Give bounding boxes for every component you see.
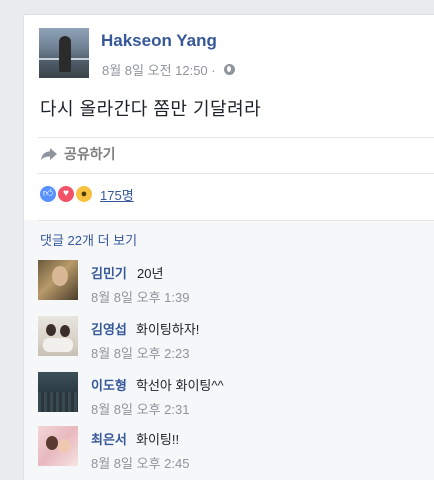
commenter-name[interactable]: 최은서	[91, 429, 127, 448]
comment-text: 화이팅하자!	[136, 322, 200, 337]
divider	[38, 173, 434, 174]
comment-timestamp[interactable]: 8월 8일 오후 2:23	[91, 343, 189, 362]
globe-icon[interactable]	[223, 64, 235, 75]
comment-timestamp[interactable]: 8월 8일 오후 1:39	[91, 287, 189, 306]
view-more-comments-link[interactable]: 댓글 22개 더 보기	[40, 230, 137, 249]
commenter-name[interactable]: 김영섭	[91, 319, 127, 338]
comment-timestamp[interactable]: 8월 8일 오후 2:45	[91, 453, 189, 472]
commenter-avatar[interactable]	[38, 372, 78, 412]
comment-text: 화이팅!!	[136, 432, 180, 447]
reaction-count[interactable]: 175명	[100, 185, 134, 204]
avatar-texture	[38, 392, 78, 412]
share-arrow-icon	[41, 148, 57, 161]
avatar-clothes	[43, 338, 73, 352]
avatar-person	[46, 436, 58, 450]
commenter-name[interactable]: 김민기	[91, 263, 127, 282]
comment-text: 20년	[137, 266, 164, 281]
commenter-avatar[interactable]	[38, 316, 78, 356]
post-timestamp[interactable]: 8월 8일 오전 12:50 ·	[102, 60, 216, 79]
avatar-person	[60, 325, 70, 337]
avatar-face	[52, 266, 68, 286]
share-label: 공유하기	[64, 146, 116, 162]
comment-item: 김영섭 화이팅하자! 8월 8일 오후 2:23	[38, 316, 418, 366]
divider	[38, 220, 434, 221]
post-text: 다시 올라간다 쫌만 기달려라	[40, 99, 262, 119]
comment-item: 최은서 화이팅!! 8월 8일 오후 2:45	[38, 426, 418, 476]
commenter-avatar[interactable]	[38, 260, 78, 300]
comment-timestamp[interactable]: 8월 8일 오후 2:31	[91, 399, 189, 418]
comment-item: 이도형 학선아 화이팅^^ 8월 8일 오후 2:31	[38, 372, 418, 422]
wow-reaction-icon: ●	[74, 184, 94, 204]
share-button[interactable]: 공유하기	[40, 144, 116, 164]
divider	[38, 137, 434, 138]
post-meta: 8월 8일 오전 12:50 ·	[102, 60, 235, 79]
commenter-name[interactable]: 이도형	[91, 375, 127, 394]
avatar-person	[58, 439, 70, 453]
author-avatar[interactable]	[39, 28, 89, 78]
love-reaction-icon: ♥	[56, 184, 76, 204]
commenter-avatar[interactable]	[38, 426, 78, 466]
avatar-person	[46, 324, 56, 336]
like-reaction-icon: 👍︎	[38, 184, 58, 204]
comment-item: 김민기 20년 8월 8일 오후 1:39	[38, 260, 418, 310]
avatar-person	[59, 36, 71, 72]
comment-text: 학선아 화이팅^^	[136, 378, 224, 393]
reactions-bar[interactable]: 👍︎ ♥ ● 175명	[38, 184, 134, 204]
post-card: Hakseon Yang 8월 8일 오전 12:50 · 다시 올라간다 쫌만…	[23, 14, 434, 480]
post-author-name[interactable]: Hakseon Yang	[101, 31, 217, 51]
